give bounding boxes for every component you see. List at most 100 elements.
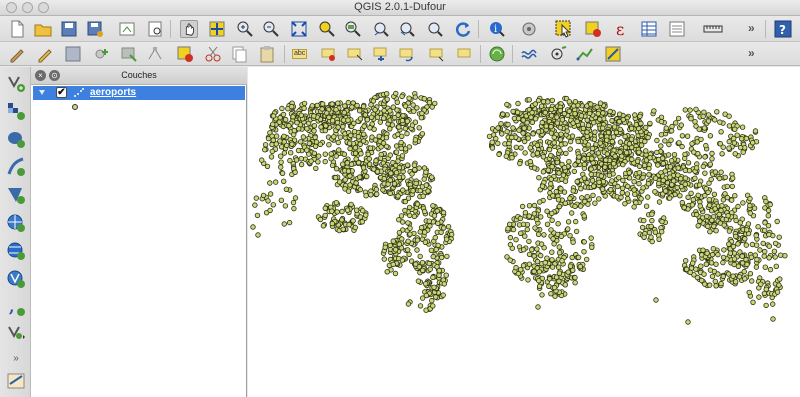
layer-visibility-checkbox[interactable]: ✔ bbox=[56, 87, 67, 98]
pan-hand-icon[interactable] bbox=[180, 20, 198, 38]
new-shapefile-icon[interactable] bbox=[6, 323, 26, 343]
pin-label-icon[interactable] bbox=[320, 45, 338, 63]
airport-point bbox=[765, 222, 772, 229]
zoom-in-icon[interactable] bbox=[236, 20, 254, 38]
expression-select-icon[interactable]: ε bbox=[614, 20, 632, 38]
airport-point bbox=[745, 221, 752, 227]
more-icon[interactable]: » bbox=[6, 349, 26, 369]
map-canvas[interactable] bbox=[248, 67, 800, 397]
airport-point bbox=[548, 181, 554, 187]
gps-icon[interactable] bbox=[456, 45, 474, 63]
airport-point bbox=[608, 186, 614, 193]
edit-toolbar-overflow[interactable]: » bbox=[748, 46, 755, 60]
airport-point bbox=[565, 219, 572, 225]
change-label-icon[interactable] bbox=[428, 45, 446, 63]
airport-point bbox=[610, 134, 617, 140]
airport-point bbox=[691, 149, 697, 155]
open-project-icon[interactable] bbox=[34, 20, 52, 38]
collapse-arrow-icon[interactable] bbox=[39, 90, 45, 95]
airport-point bbox=[431, 213, 438, 219]
python-icon[interactable] bbox=[576, 45, 594, 63]
refresh-icon[interactable] bbox=[454, 20, 472, 38]
print-composer-icon[interactable] bbox=[118, 20, 136, 38]
airport-point bbox=[353, 180, 359, 186]
delete-selected-icon[interactable] bbox=[176, 45, 194, 63]
copy-features-icon[interactable] bbox=[230, 45, 248, 63]
airport-point bbox=[295, 147, 302, 154]
airport-point bbox=[526, 202, 533, 209]
add-wfs-layer-icon[interactable] bbox=[6, 269, 26, 289]
add-wcs-layer-icon[interactable] bbox=[6, 241, 26, 261]
save-as-icon[interactable] bbox=[86, 20, 104, 38]
airport-point bbox=[361, 123, 367, 129]
pan-to-selection-icon[interactable] bbox=[208, 20, 226, 38]
add-feature-icon[interactable] bbox=[92, 45, 110, 63]
airport-point bbox=[570, 267, 576, 273]
airport-point bbox=[333, 107, 339, 113]
airport-point bbox=[429, 297, 435, 304]
airport-point bbox=[342, 103, 348, 109]
move-feature-icon[interactable] bbox=[120, 45, 138, 63]
airport-point bbox=[311, 113, 317, 119]
move-label-icon[interactable] bbox=[372, 45, 390, 63]
airport-point bbox=[360, 165, 367, 171]
layer-name[interactable]: aeroports bbox=[90, 87, 136, 98]
airport-point bbox=[262, 142, 269, 148]
add-vector-layer-icon[interactable] bbox=[6, 73, 26, 93]
label-icon[interactable]: abc bbox=[292, 49, 308, 59]
zoom-layer-icon[interactable] bbox=[344, 20, 362, 38]
field-calculator-icon[interactable] bbox=[604, 45, 622, 63]
zoom-out-icon[interactable] bbox=[262, 20, 280, 38]
airport-point bbox=[304, 147, 310, 153]
airport-point bbox=[587, 110, 593, 117]
highlight-label-icon[interactable] bbox=[346, 45, 364, 63]
airport-point bbox=[423, 169, 429, 175]
gps-panel-icon[interactable] bbox=[6, 371, 26, 391]
zoom-next-icon[interactable] bbox=[398, 20, 416, 38]
airport-point bbox=[726, 241, 732, 247]
airport-point bbox=[765, 207, 772, 214]
zoom-last-icon[interactable] bbox=[372, 20, 390, 38]
help-icon[interactable]: ? bbox=[774, 20, 792, 38]
cut-features-icon[interactable] bbox=[204, 45, 222, 63]
add-postgis-layer-icon[interactable] bbox=[6, 129, 26, 149]
airport-point bbox=[380, 140, 387, 146]
airport-point bbox=[654, 137, 660, 144]
rotate-label-icon[interactable] bbox=[398, 45, 416, 63]
airport-point bbox=[692, 175, 698, 181]
zoom-selection-icon[interactable] bbox=[318, 20, 336, 38]
deselect-icon[interactable] bbox=[584, 20, 602, 38]
main-toolbar-overflow[interactable]: » bbox=[748, 21, 755, 35]
snapping-icon[interactable] bbox=[520, 45, 538, 63]
node-tool-icon[interactable] bbox=[146, 45, 164, 63]
zoom-full-icon[interactable] bbox=[290, 20, 308, 38]
paste-features-icon[interactable] bbox=[258, 45, 276, 63]
airport-point bbox=[566, 99, 572, 105]
statistics-icon[interactable] bbox=[668, 20, 686, 38]
title-bar: QGIS 2.0.1-Dufour bbox=[0, 0, 800, 16]
select-features-icon[interactable] bbox=[555, 20, 573, 38]
add-delimited-text-icon[interactable]: , bbox=[6, 297, 26, 317]
action-icon[interactable] bbox=[520, 20, 538, 38]
digitize-icon[interactable] bbox=[550, 45, 568, 63]
composer-manager-icon[interactable] bbox=[146, 20, 164, 38]
new-project-icon[interactable] bbox=[8, 20, 26, 38]
measure-icon[interactable] bbox=[702, 20, 726, 38]
trace-icon[interactable] bbox=[488, 45, 506, 63]
save-project-icon[interactable] bbox=[60, 20, 78, 38]
zoom-next-icon-2[interactable] bbox=[426, 20, 444, 38]
airport-point bbox=[399, 219, 406, 225]
attribute-table-icon[interactable] bbox=[640, 20, 658, 38]
airport-point bbox=[539, 292, 545, 298]
add-spatialite-layer-icon[interactable] bbox=[6, 157, 26, 177]
layer-row-aeroports[interactable]: ✔ aeroports bbox=[33, 86, 245, 100]
add-wms-layer-icon[interactable] bbox=[6, 213, 26, 233]
identify-icon[interactable]: i bbox=[488, 20, 506, 38]
add-mssql-layer-icon[interactable] bbox=[6, 185, 26, 205]
current-edits-icon[interactable] bbox=[8, 45, 26, 63]
airport-point bbox=[724, 183, 730, 190]
save-edits-icon[interactable] bbox=[64, 45, 82, 63]
airport-point bbox=[363, 212, 369, 218]
add-raster-layer-icon[interactable] bbox=[6, 101, 26, 121]
toggle-edit-icon[interactable] bbox=[36, 45, 54, 63]
